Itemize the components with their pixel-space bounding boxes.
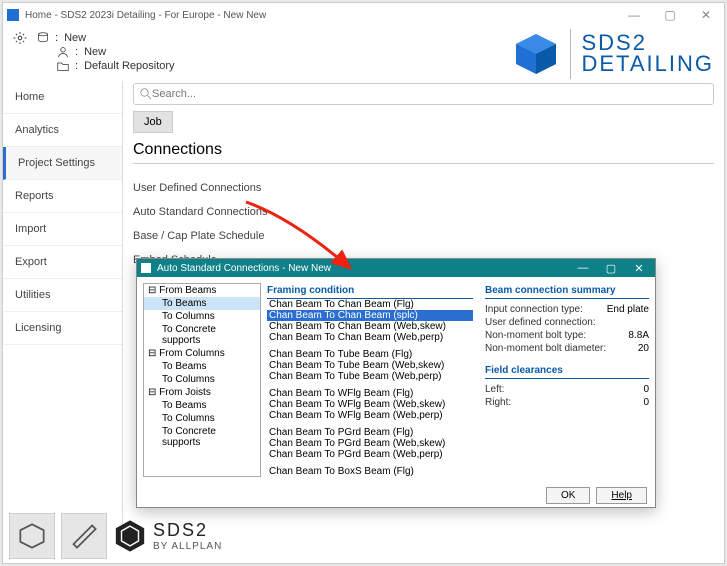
tree-item[interactable]: To Beams <box>144 399 260 412</box>
job-tab[interactable]: Job <box>133 111 173 133</box>
section-title: Connections <box>133 141 714 164</box>
sidebar-item-project-settings[interactable]: Project Settings <box>3 147 122 180</box>
tree-item[interactable]: To Beams <box>144 297 260 310</box>
summary-row: User defined connection: <box>485 316 649 329</box>
folder-icon <box>57 60 69 72</box>
close-button[interactable]: ✕ <box>692 8 720 22</box>
gear-icon[interactable] <box>13 31 27 45</box>
framing-condition-item[interactable]: Chan Beam To Tube Beam (Web,skew) <box>267 360 473 371</box>
search-icon <box>140 88 152 100</box>
maximize-button[interactable]: ▢ <box>656 8 684 22</box>
link-base-cap[interactable]: Base / Cap Plate Schedule <box>133 224 714 248</box>
framing-condition-item[interactable]: Chan Beam To WFlg Beam (Web,skew) <box>267 399 473 410</box>
tree-group[interactable]: ⊟ From Columns <box>144 347 260 360</box>
dialog-tree[interactable]: ⊟ From BeamsTo BeamsTo ColumnsTo Concret… <box>143 283 261 477</box>
tree-user[interactable]: :New <box>33 45 175 59</box>
footer-hex-icon <box>113 519 147 553</box>
search-input[interactable] <box>152 88 707 100</box>
tree-item[interactable]: To Concrete supports <box>144 323 260 347</box>
summary-row: Non-moment bolt type:8.8A <box>485 329 649 342</box>
tree-item[interactable]: To Beams <box>144 360 260 373</box>
dialog-icon <box>141 263 151 273</box>
summary-row: Non-moment bolt diameter:20 <box>485 342 649 355</box>
project-tree: :New :New :Default Repository <box>33 31 175 73</box>
summary-row: Left:0 <box>485 383 649 396</box>
dialog-maximize[interactable]: ▢ <box>599 262 623 275</box>
framing-condition-item[interactable]: Chan Beam To Chan Beam (Web,perp) <box>267 332 473 343</box>
summary-row: Right:0 <box>485 396 649 409</box>
tree-group[interactable]: ⊟ From Beams <box>144 284 260 297</box>
brand-text: SDS2 DETAILING <box>581 33 714 75</box>
sidebar-item-analytics[interactable]: Analytics <box>3 114 122 147</box>
window-controls: — ▢ ✕ <box>620 8 720 22</box>
framing-condition-header: Framing condition <box>267 283 473 298</box>
framing-condition-item[interactable]: Chan Beam To PGrd Beam (Web,skew) <box>267 438 473 449</box>
tree-item[interactable]: To Columns <box>144 310 260 323</box>
footer-line1: SDS2 <box>153 520 222 541</box>
dialog-close[interactable]: ✕ <box>627 262 651 275</box>
framing-condition-item[interactable]: Chan Beam To Tube Beam (Flg) <box>267 349 473 360</box>
tree-repo[interactable]: :Default Repository <box>33 59 175 73</box>
tree-root[interactable]: :New <box>33 31 175 45</box>
dialog-title: Auto Standard Connections - New New <box>157 263 331 274</box>
help-button[interactable]: Help <box>596 487 647 504</box>
auto-standard-dialog: Auto Standard Connections - New New — ▢ … <box>136 258 656 508</box>
framing-condition-item[interactable]: Chan Beam To Chan Beam (splc) <box>267 310 473 321</box>
search-bar[interactable] <box>133 83 714 105</box>
footer-cube-icon <box>9 513 55 559</box>
dialog-titlebar: Auto Standard Connections - New New — ▢ … <box>137 259 655 277</box>
framing-condition-list[interactable]: Chan Beam To Chan Beam (Flg)Chan Beam To… <box>267 298 473 477</box>
footer-brand: SDS2 BY ALLPLAN <box>9 513 222 559</box>
clearances-header: Field clearances <box>485 363 649 379</box>
framing-condition-item[interactable]: Chan Beam To Chan Beam (Flg) <box>267 299 473 310</box>
tree-group[interactable]: ⊟ From Joists <box>144 386 260 399</box>
framing-condition-item[interactable]: Chan Beam To BoxS Beam (Flg) <box>267 466 473 477</box>
footer-ruler-icon <box>61 513 107 559</box>
database-icon <box>37 32 49 44</box>
titlebar: Home - SDS2 2023i Detailing - For Europe… <box>3 3 724 27</box>
sidebar-item-home[interactable]: Home <box>3 81 122 114</box>
sidebar: Home Analytics Project Settings Reports … <box>3 81 123 537</box>
cube-icon <box>512 30 560 78</box>
link-auto-standard[interactable]: Auto Standard Connections <box>133 200 714 224</box>
minimize-button[interactable]: — <box>620 8 648 22</box>
dialog-minimize[interactable]: — <box>571 262 595 275</box>
link-user-defined[interactable]: User Defined Connections <box>133 176 714 200</box>
window-title: Home - SDS2 2023i Detailing - For Europe… <box>25 10 266 21</box>
summary-row: Input connection type:End plate <box>485 303 649 316</box>
tree-item[interactable]: To Concrete supports <box>144 425 260 449</box>
framing-condition-item[interactable]: Chan Beam To Chan Beam (Web,skew) <box>267 321 473 332</box>
framing-condition-item[interactable]: Chan Beam To Tube Beam (Web,perp) <box>267 371 473 382</box>
tree-item[interactable]: To Columns <box>144 373 260 386</box>
ok-button[interactable]: OK <box>546 487 590 504</box>
footer-line2: BY ALLPLAN <box>153 541 222 552</box>
sidebar-item-reports[interactable]: Reports <box>3 180 122 213</box>
framing-condition-panel: Framing condition Chan Beam To Chan Beam… <box>267 283 473 477</box>
tree-item[interactable]: To Columns <box>144 412 260 425</box>
framing-condition-item[interactable]: Chan Beam To PGrd Beam (Web,perp) <box>267 449 473 460</box>
sidebar-item-licensing[interactable]: Licensing <box>3 312 122 345</box>
app-icon <box>7 9 19 21</box>
summary-header: Beam connection summary <box>485 283 649 299</box>
sidebar-item-export[interactable]: Export <box>3 246 122 279</box>
framing-condition-item[interactable]: Chan Beam To PGrd Beam (Flg) <box>267 427 473 438</box>
user-icon <box>57 46 69 58</box>
framing-condition-item[interactable]: Chan Beam To WFlg Beam (Web,perp) <box>267 410 473 421</box>
framing-condition-item[interactable]: Chan Beam To WFlg Beam (Flg) <box>267 388 473 399</box>
sidebar-item-import[interactable]: Import <box>3 213 122 246</box>
sidebar-item-utilities[interactable]: Utilities <box>3 279 122 312</box>
brand-logo: SDS2 DETAILING <box>512 29 714 79</box>
summary-panel: Beam connection summary Input connection… <box>479 283 649 477</box>
